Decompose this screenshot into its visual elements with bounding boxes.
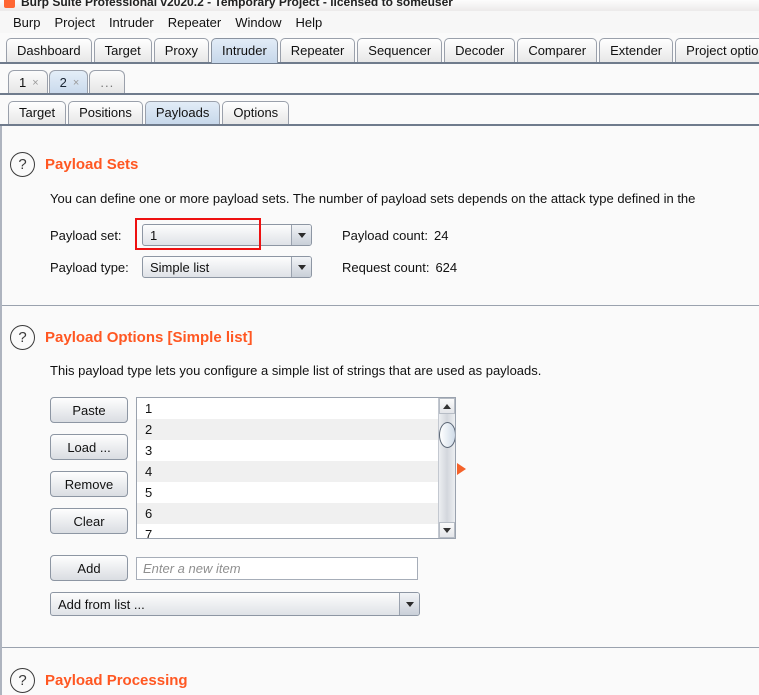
payload-count-value: 24 bbox=[434, 227, 449, 243]
menu-item-project[interactable]: Project bbox=[47, 13, 101, 32]
menu-item-burp[interactable]: Burp bbox=[6, 13, 47, 32]
payload-sets-header: ? Payload Sets bbox=[2, 152, 759, 177]
burp-suite-window: Burp Suite Professional v2020.2 - Tempor… bbox=[0, 0, 759, 695]
payload-options-title: Payload Options [Simple list] bbox=[45, 329, 253, 346]
payload-set-dropdown[interactable]: 1 bbox=[142, 224, 312, 246]
triangle-up-icon[interactable] bbox=[439, 398, 455, 414]
payload-sets-title: Payload Sets bbox=[45, 156, 139, 173]
request-count-label: Request count: bbox=[342, 259, 430, 275]
payloads-panel: ? Payload Sets You can define one or mor… bbox=[0, 126, 759, 695]
list-item[interactable]: 7 bbox=[137, 524, 438, 538]
add-from-list-dropdown[interactable]: Add from list ... bbox=[50, 592, 420, 616]
tab-repeater[interactable]: Repeater bbox=[279, 38, 356, 63]
chevron-down-icon[interactable] bbox=[291, 257, 311, 277]
question-mark-icon[interactable]: ? bbox=[10, 152, 35, 177]
menu-bar: Burp Project Intruder Repeater Window He… bbox=[0, 11, 759, 33]
tab-intruder-positions[interactable]: Positions bbox=[68, 101, 143, 125]
chevron-down-icon[interactable] bbox=[399, 593, 419, 615]
payload-options-description: This payload type lets you configure a s… bbox=[50, 363, 542, 378]
add-item-placeholder: Enter a new item bbox=[143, 561, 241, 576]
attack-tab-new[interactable]: ... bbox=[89, 70, 126, 94]
list-item[interactable]: 6 bbox=[137, 503, 438, 524]
attack-tab-1-label: 1 bbox=[19, 75, 27, 90]
tab-decoder[interactable]: Decoder bbox=[444, 38, 516, 63]
tab-project-options[interactable]: Project options bbox=[675, 38, 759, 63]
section-divider-2 bbox=[2, 647, 759, 648]
chevron-down-icon[interactable] bbox=[291, 225, 311, 245]
payload-type-dropdown[interactable]: Simple list bbox=[142, 256, 312, 278]
tab-sequencer[interactable]: Sequencer bbox=[357, 38, 443, 63]
orange-triangle-marker bbox=[457, 463, 466, 475]
payload-set-value: 1 bbox=[150, 227, 158, 243]
list-item[interactable]: 5 bbox=[137, 482, 438, 503]
attack-tab-strip: 1 × 2 × ... bbox=[0, 66, 759, 94]
payload-type-row: Payload type: Simple list Request count:… bbox=[2, 256, 759, 278]
close-icon[interactable]: × bbox=[73, 77, 79, 89]
add-button[interactable]: Add bbox=[50, 555, 128, 581]
tab-intruder-target[interactable]: Target bbox=[8, 101, 67, 125]
payload-list[interactable]: 1 2 3 4 5 6 7 bbox=[136, 397, 456, 539]
question-mark-icon[interactable]: ? bbox=[10, 668, 35, 693]
attack-tab-2[interactable]: 2 × bbox=[48, 70, 89, 94]
paste-button[interactable]: Paste bbox=[50, 397, 128, 423]
payload-type-value: Simple list bbox=[150, 259, 210, 275]
main-tab-underline bbox=[0, 62, 759, 64]
list-item[interactable]: 1 bbox=[137, 398, 438, 419]
menu-item-window[interactable]: Window bbox=[228, 13, 288, 32]
attack-tab-underline bbox=[0, 93, 759, 95]
menu-item-intruder[interactable]: Intruder bbox=[102, 13, 161, 32]
payload-set-row: Payload set: 1 Payload count: 24 bbox=[2, 224, 759, 246]
burp-logo-icon bbox=[4, 0, 15, 8]
triangle-down-icon[interactable] bbox=[439, 522, 455, 538]
question-mark-icon[interactable]: ? bbox=[10, 325, 35, 350]
tab-intruder-payloads[interactable]: Payloads bbox=[144, 101, 221, 125]
tab-comparer[interactable]: Comparer bbox=[517, 38, 598, 63]
tab-intruder[interactable]: Intruder bbox=[210, 38, 278, 63]
request-count-value: 624 bbox=[435, 259, 458, 275]
payload-sets-description: You can define one or more payload sets.… bbox=[50, 191, 696, 206]
payload-list-scrollbar[interactable] bbox=[438, 398, 455, 538]
intruder-tab-strip: Target Positions Payloads Options bbox=[0, 97, 759, 125]
title-bar: Burp Suite Professional v2020.2 - Tempor… bbox=[0, 0, 759, 11]
clear-button[interactable]: Clear bbox=[50, 508, 128, 534]
add-item-row: Add Enter a new item bbox=[2, 555, 759, 585]
tab-proxy[interactable]: Proxy bbox=[153, 38, 209, 63]
add-from-list-value: Add from list ... bbox=[58, 596, 145, 612]
list-item[interactable]: 2 bbox=[137, 419, 438, 440]
add-from-list-row: Add from list ... bbox=[2, 592, 759, 622]
tab-dashboard[interactable]: Dashboard bbox=[6, 38, 92, 63]
payload-processing-title: Payload Processing bbox=[45, 672, 188, 689]
close-icon[interactable]: × bbox=[32, 77, 38, 89]
payload-count-label: Payload count: bbox=[342, 227, 429, 243]
tab-extender[interactable]: Extender bbox=[599, 38, 674, 63]
payload-options-header: ? Payload Options [Simple list] bbox=[2, 325, 759, 350]
attack-tab-1[interactable]: 1 × bbox=[8, 70, 48, 94]
menu-item-repeater[interactable]: Repeater bbox=[161, 13, 228, 32]
list-item[interactable]: 4 bbox=[137, 461, 438, 482]
payload-list-items: 1 2 3 4 5 6 7 bbox=[137, 398, 438, 538]
add-item-input[interactable]: Enter a new item bbox=[136, 557, 418, 580]
main-tab-strip: Dashboard Target Proxy Intruder Repeater… bbox=[0, 33, 759, 63]
section-divider-1 bbox=[2, 305, 759, 306]
payload-set-label: Payload set: bbox=[50, 227, 122, 243]
tab-target[interactable]: Target bbox=[93, 38, 152, 63]
payload-list-area: Paste Load ... Remove Clear 1 2 3 4 5 6 … bbox=[2, 395, 759, 555]
payload-type-label: Payload type: bbox=[50, 259, 129, 275]
remove-button[interactable]: Remove bbox=[50, 471, 128, 497]
attack-tab-new-label: ... bbox=[100, 75, 115, 90]
menu-item-help[interactable]: Help bbox=[288, 13, 329, 32]
attack-tab-2-label: 2 bbox=[59, 75, 67, 90]
tab-intruder-options[interactable]: Options bbox=[222, 101, 290, 125]
list-item[interactable]: 3 bbox=[137, 440, 438, 461]
payload-processing-header: ? Payload Processing bbox=[2, 668, 759, 693]
load-button[interactable]: Load ... bbox=[50, 434, 128, 460]
window-title: Burp Suite Professional v2020.2 - Tempor… bbox=[21, 0, 453, 9]
scrollbar-thumb[interactable] bbox=[439, 422, 455, 448]
